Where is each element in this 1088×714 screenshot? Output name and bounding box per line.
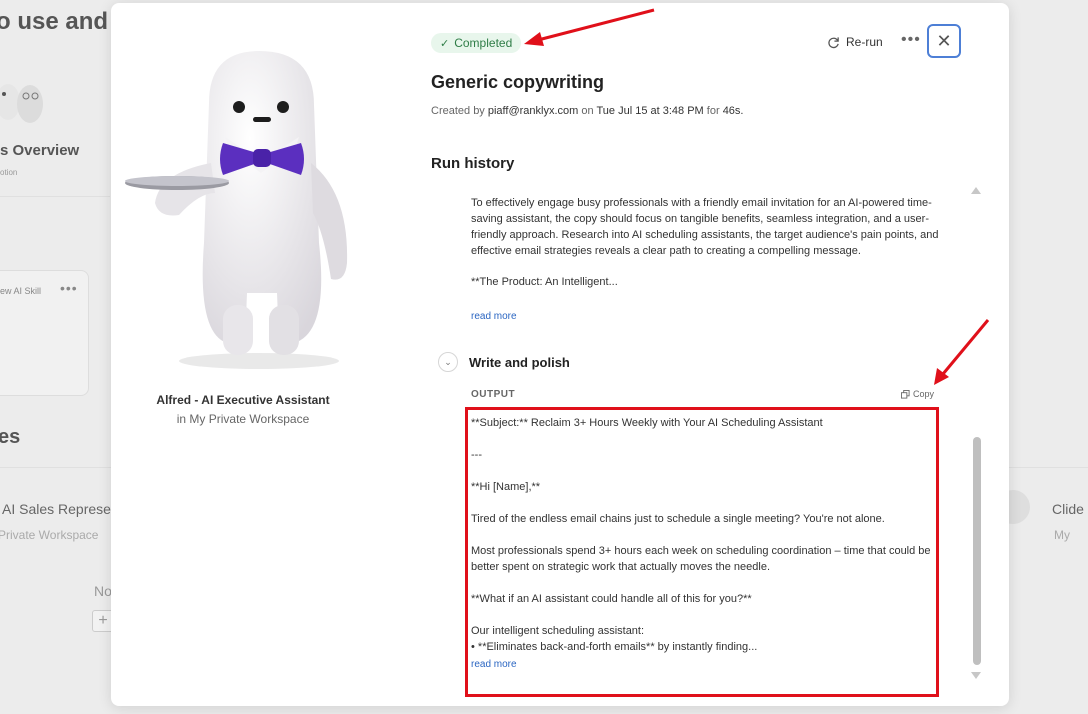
bg-overview: s Overview: [0, 142, 80, 159]
copy-icon: [901, 389, 910, 399]
run-title: Generic copywriting: [431, 72, 605, 92]
alfred-mascot-icon: [125, 51, 348, 369]
status-badge: ✓ Completed: [431, 33, 522, 53]
created-by-label: Created by: [431, 105, 485, 117]
scrollbar-thumb[interactable]: [973, 437, 981, 665]
run-user: piaff@ranklyx.com: [487, 105, 579, 117]
step-paragraph: To effectively engage busy professionals…: [471, 197, 939, 257]
close-icon: ✕: [936, 30, 952, 51]
output-line: • **Eliminates back-and-forth emails** b…: [471, 641, 758, 653]
on-label: on: [581, 105, 594, 117]
output-line: Our intelligent scheduling assistant:: [471, 625, 645, 637]
output-line: **Subject:** Reclaim 3+ Hours Weekly wit…: [471, 417, 823, 429]
bg-clide-agent: Clide: [1052, 501, 1084, 517]
scroll-down-arrow[interactable]: [971, 672, 981, 679]
rerun-icon: [828, 36, 839, 48]
step-output: **Subject:** Reclaim 3+ Hours Weekly wit…: [471, 415, 941, 655]
output-line: Most professionals spend 3+ hours each w…: [471, 545, 931, 573]
agent-name: Alfred - AI Executive Assistant: [156, 393, 330, 407]
bg-heading: o use and: [0, 8, 109, 35]
rerun-label: Re-run: [846, 35, 883, 49]
run-meta: Created by piaff@ranklyx.com on Tue Jul …: [431, 105, 743, 117]
for-label: for: [706, 105, 720, 117]
bg-my-workspace: My: [1054, 528, 1070, 542]
bg-section-title: es: [0, 426, 21, 448]
check-icon: ✓: [440, 37, 450, 50]
bg-no-label: No: [94, 583, 112, 599]
close-button[interactable]: ✕: [927, 24, 961, 58]
run-duration: 46s.: [722, 105, 744, 117]
bg-avatars-icon: [0, 84, 43, 123]
read-more-link[interactable]: read more: [471, 311, 517, 322]
bg-skill-label: iew AI Skill: [0, 286, 42, 296]
bg-more-icon: •••: [60, 280, 78, 296]
copy-label: Copy: [913, 389, 935, 399]
agent-panel: Alfred - AI Executive Assistant in My Pr…: [111, 3, 397, 706]
read-more-link-output[interactable]: read more: [471, 659, 517, 670]
bg-divider: [0, 196, 110, 197]
output-line: **Hi [Name],**: [471, 481, 541, 493]
bg-sales-agent: AI Sales Represe: [2, 501, 111, 517]
output-label: OUTPUT: [471, 389, 516, 400]
rerun-button[interactable]: Re-run: [827, 35, 883, 49]
step-name[interactable]: Write and polish: [469, 355, 570, 370]
output-line: Tired of the endless email chains just t…: [471, 513, 885, 525]
run-history-heading: Run history: [431, 155, 515, 172]
bg-option: otion: [0, 168, 18, 177]
bg-workspace: Private Workspace: [0, 528, 99, 542]
more-options-button[interactable]: •••: [901, 31, 921, 49]
collapse-step-button[interactable]: ⌄: [438, 352, 458, 372]
previous-step-output: To effectively engage busy professionals…: [471, 195, 951, 290]
run-details-modal: Alfred - AI Executive Assistant in My Pr…: [111, 3, 1009, 706]
status-label: Completed: [454, 36, 513, 50]
run-date: Tue Jul 15 at 3:48 PM: [596, 105, 704, 117]
step-paragraph-tail: **The Product: An Intelligent...: [471, 276, 618, 288]
output-line: ---: [471, 449, 482, 461]
agent-workspace: in My Private Workspace: [176, 412, 310, 426]
scroll-up-arrow[interactable]: [971, 187, 981, 194]
chevron-down-icon: ⌄: [444, 356, 452, 367]
output-line: **What if an AI assistant could handle a…: [471, 593, 752, 605]
copy-button[interactable]: Copy: [901, 389, 934, 399]
